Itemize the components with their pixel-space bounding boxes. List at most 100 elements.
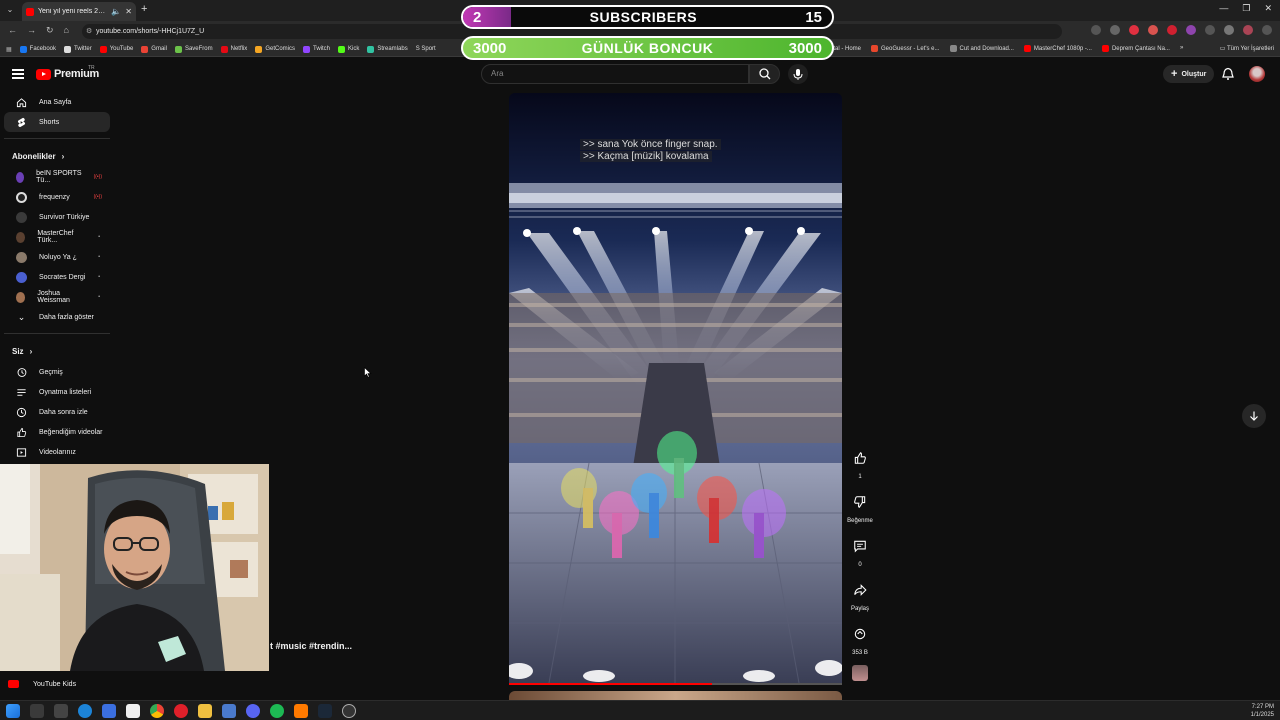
sidebar-item-joshua[interactable]: Joshua Weissman • [4, 287, 110, 307]
sidebar-item-watch-later[interactable]: Daha sonra izle [4, 402, 110, 422]
start-icon[interactable] [6, 704, 20, 718]
sidebar-item-survivor[interactable]: Survivor Türkiye [4, 207, 110, 227]
app-icon[interactable] [102, 704, 116, 718]
tab-close-icon[interactable]: ✕ [125, 7, 132, 16]
chrome-icon[interactable] [150, 704, 164, 718]
restore-icon[interactable]: ❐ [1242, 3, 1250, 14]
bookmark-streamlabs[interactable]: Streamlabs [367, 45, 408, 53]
remix-button[interactable] [847, 621, 873, 647]
bookmark-twitch[interactable]: Twitch [302, 45, 330, 53]
home-browser-icon[interactable]: ⌂ [64, 25, 69, 36]
video-hashtags[interactable]: t #music #trendin... [270, 641, 352, 651]
folder-icon[interactable] [198, 704, 212, 718]
sidebar-item-liked-videos[interactable]: Beğendiğim videolar [4, 422, 110, 442]
more-bookmarks-icon[interactable]: » [1180, 45, 1183, 52]
video-progress-bar[interactable] [509, 683, 842, 685]
bookmark-savefrom[interactable]: SaveFrom [174, 45, 213, 53]
share-button[interactable] [847, 577, 873, 603]
remix-action[interactable]: 353 B [845, 621, 875, 665]
share-action[interactable]: Paylaş [845, 577, 875, 621]
forward-icon[interactable]: → [27, 25, 36, 36]
bookmark-ssport[interactable]: S Sport [416, 46, 436, 52]
like-action[interactable]: 1 [845, 445, 875, 489]
dislike-button[interactable] [847, 489, 873, 515]
next-short-preview[interactable] [509, 691, 842, 700]
site-info-icon[interactable]: ⚙ [86, 24, 92, 39]
steam-icon[interactable] [318, 704, 332, 718]
obs-icon[interactable] [342, 704, 356, 718]
install-icon[interactable] [1091, 25, 1101, 35]
extension-1-icon[interactable] [1129, 25, 1139, 35]
extensions-icon[interactable] [1224, 25, 1234, 35]
bookmark-otal[interactable]: otal - Home [830, 45, 861, 52]
minimize-icon[interactable]: — [1219, 3, 1228, 14]
account-avatar[interactable] [1249, 66, 1265, 82]
dislike-action[interactable]: Beğenme [845, 489, 875, 533]
soundcloud-icon[interactable] [294, 704, 308, 718]
comments-action[interactable]: 0 [845, 533, 875, 577]
extension-3-icon[interactable] [1167, 25, 1177, 35]
bookmark-netflix[interactable]: Netflix [220, 45, 247, 53]
comments-button[interactable] [847, 533, 873, 559]
extension-5-icon[interactable] [1205, 25, 1215, 35]
sidebar-item-playlists[interactable]: Oynatma listeleri [4, 382, 110, 402]
search-button[interactable] [749, 64, 780, 84]
bookmark-kick[interactable]: Kick [338, 45, 359, 53]
mail-icon[interactable] [222, 704, 236, 718]
task-view-icon[interactable] [54, 704, 68, 718]
sidebar-item-your-videos[interactable]: Videolarınız [4, 442, 110, 462]
subscriptions-heading[interactable]: Abonelikler › [0, 145, 116, 167]
bookmark-masterchef[interactable]: MasterChef 1080p -... [1023, 45, 1092, 52]
bookmark-youtube[interactable]: YouTube [99, 45, 133, 53]
sidebar-item-history[interactable]: Geçmiş [4, 362, 110, 382]
close-window-icon[interactable]: ✕ [1264, 3, 1272, 14]
sound-thumbnail[interactable] [852, 665, 868, 681]
sidebar-item-frequenzy[interactable]: frequenzy ((•)) [4, 187, 110, 207]
show-more-button[interactable]: ⌄ Daha fazla göster [4, 307, 110, 327]
taskbar-search-icon[interactable] [30, 704, 44, 718]
opera-icon[interactable] [174, 704, 188, 718]
sidebar-item-socrates[interactable]: Socrates Dergi • [4, 267, 110, 287]
sidebar-item-bein-sports[interactable]: beIN SPORTS Tü... ((•)) [4, 167, 110, 187]
bookmark-cut-download[interactable]: Cut and Download... [949, 45, 1014, 52]
bookmark-twitter[interactable]: Twitter [64, 45, 92, 53]
all-bookmarks[interactable]: ▭ Tüm Yer İşaretleri [1215, 45, 1274, 52]
create-button[interactable]: + Oluştur [1163, 65, 1215, 83]
spotify-icon[interactable] [270, 704, 284, 718]
sidebar-item-masterchef[interactable]: MasterChef Türk... • [4, 227, 110, 247]
voice-search-button[interactable] [788, 64, 808, 84]
notifications-bell-icon[interactable] [1221, 67, 1235, 81]
next-video-button[interactable] [1242, 404, 1266, 428]
bookmark-gmail[interactable]: Gmail [141, 45, 167, 53]
bookmark-geoguessr[interactable]: GeoGuessr - Let's e... [871, 45, 940, 52]
discord-icon[interactable] [246, 704, 260, 718]
bookmark-deprem[interactable]: Deprem Çantası Na... [1101, 45, 1170, 52]
search-input[interactable]: Ara [481, 64, 749, 84]
store-icon[interactable] [126, 704, 140, 718]
like-button[interactable] [847, 445, 873, 471]
menu-icon[interactable] [1262, 25, 1272, 35]
extension-4-icon[interactable] [1186, 25, 1196, 35]
back-icon[interactable]: ← [8, 25, 17, 36]
profile-icon[interactable] [1243, 25, 1253, 35]
edge-icon[interactable] [78, 704, 92, 718]
tab-search-icon[interactable]: ⌄ [4, 4, 16, 16]
bookmark-getcomics[interactable]: GetComics [255, 45, 295, 53]
sidebar-item-youtube-kids[interactable]: YouTube Kids [8, 680, 76, 688]
apps-icon[interactable]: ▦ [6, 46, 12, 53]
star-icon[interactable] [1110, 25, 1120, 35]
reload-icon[interactable]: ↻ [46, 25, 54, 36]
browser-tab[interactable]: Yeni yıl yeni reels 2025 AI ... 🔈 ✕ [22, 2, 136, 21]
you-heading[interactable]: Siz › [0, 340, 116, 362]
sidebar-item-shorts[interactable]: Shorts [4, 112, 110, 132]
tab-mute-icon[interactable]: 🔈 [111, 7, 121, 16]
youtube-logo[interactable]: Premium TR [36, 65, 99, 80]
shorts-video-player[interactable] [509, 93, 842, 683]
sidebar-item-home[interactable]: Ana Sayfa [4, 92, 110, 112]
sidebar-item-noluyo[interactable]: Noluyo Ya ¿ • [4, 247, 110, 267]
new-tab-icon[interactable]: + [141, 3, 147, 15]
system-clock[interactable]: 7:27 PM 1/1/2025 [1251, 703, 1274, 719]
bookmark-facebook[interactable]: Facebook [19, 45, 56, 53]
extension-2-icon[interactable] [1148, 25, 1158, 35]
hamburger-menu-icon[interactable] [12, 69, 24, 79]
